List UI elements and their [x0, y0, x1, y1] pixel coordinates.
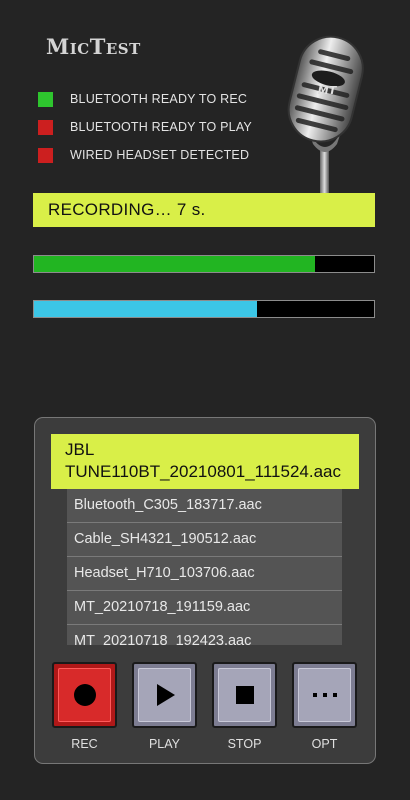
stop-button-label: STOP — [227, 737, 262, 751]
microphone-icon: MT — [287, 35, 364, 202]
stop-button[interactable] — [212, 662, 277, 728]
selected-file-name: JBL TUNE110BT_20210801_111524.aac — [65, 440, 341, 481]
app-title: MicTest — [46, 34, 141, 59]
level-fill — [34, 301, 257, 317]
opt-button[interactable] — [292, 662, 357, 728]
recording-status-banner: RECORDING… 7 s. — [33, 193, 375, 227]
file-list-item[interactable]: MT_20210718_191159.aac — [67, 591, 342, 625]
status-bluetooth-rec: BLUETOOTH READY TO REC — [38, 91, 247, 107]
rec-button[interactable] — [52, 662, 117, 728]
recording-status-text: RECORDING… 7 s. — [48, 200, 206, 219]
input-level-meter — [33, 255, 375, 273]
status-label: BLUETOOTH READY TO REC — [70, 92, 248, 106]
mic-badge-text: MT — [318, 84, 338, 97]
status-bluetooth-play: BLUETOOTH READY TO PLAY — [38, 119, 252, 135]
file-list-item[interactable]: Headset_H710_103706.aac — [67, 557, 342, 591]
record-icon — [73, 684, 96, 706]
file-list-item[interactable]: MT_20210718_192423.aac — [67, 625, 342, 645]
file-list-item[interactable]: Bluetooth_C305_183717.aac — [67, 489, 342, 523]
rec-button-label: REC — [71, 737, 98, 751]
more-options-icon — [312, 693, 337, 697]
status-indicator-icon — [38, 91, 53, 107]
status-wired-headset: WIRED HEADSET DETECTED — [38, 147, 249, 163]
play-button[interactable] — [132, 662, 197, 728]
stop-icon — [235, 686, 254, 704]
status-indicator-icon — [38, 147, 53, 163]
play-icon — [156, 684, 175, 706]
output-level-meter — [33, 300, 375, 318]
status-label: BLUETOOTH READY TO PLAY — [70, 120, 252, 134]
opt-button-label: OPT — [311, 737, 338, 751]
play-button-label: PLAY — [148, 737, 181, 751]
status-label: WIRED HEADSET DETECTED — [70, 148, 250, 162]
status-indicator-icon — [38, 119, 53, 135]
file-list[interactable]: Bluetooth_C305_183717.aac Cable_SH4321_1… — [67, 489, 342, 645]
level-fill — [34, 256, 315, 272]
selected-file[interactable]: JBL TUNE110BT_20210801_111524.aac — [51, 434, 359, 489]
file-list-item[interactable]: Cable_SH4321_190512.aac — [67, 523, 342, 557]
